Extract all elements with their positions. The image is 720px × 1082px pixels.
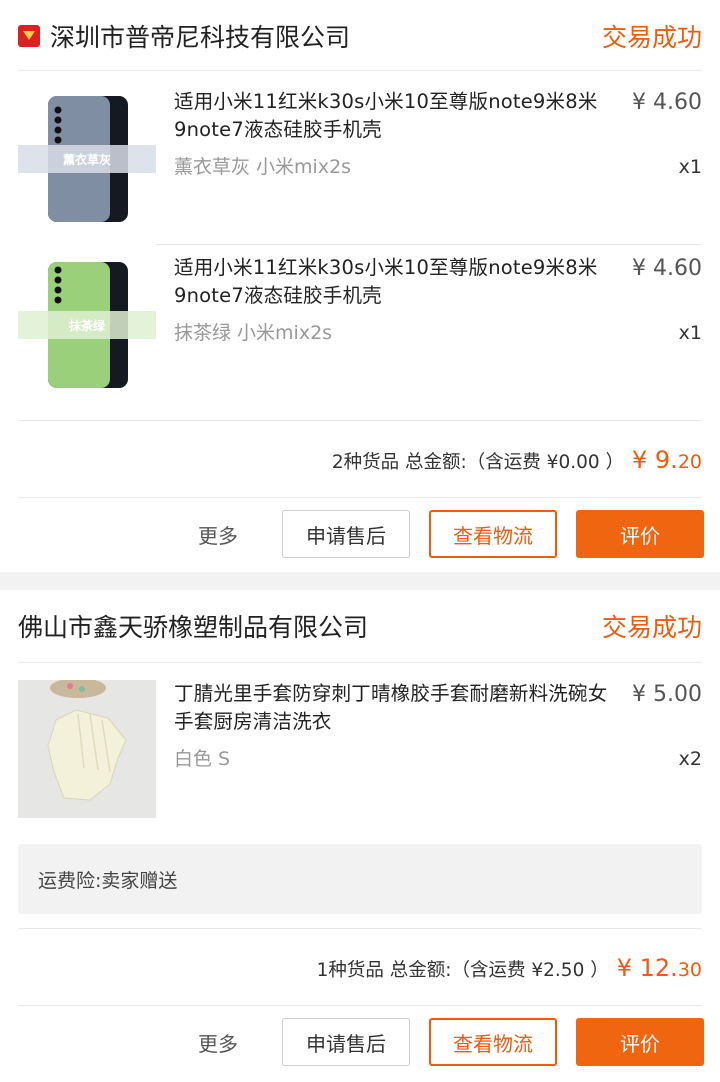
shop-logo-icon <box>18 25 40 47</box>
shop-name[interactable]: 深圳市普帝尼科技有限公司 <box>50 18 350 54</box>
summary-text: 2种货品 总金额:（含运费 ¥0.00 ） <box>331 452 625 473</box>
order-summary: 2种货品 总金额:（含运费 ¥0.00 ） ¥ 9.20 <box>332 446 702 474</box>
shop-header[interactable]: 佛山市鑫天骄橡塑制品有限公司 <box>18 606 368 646</box>
phone-case-image: 抹茶绿 <box>18 254 156 392</box>
shipping-insurance-banner: 运费险:卖家赠送 <box>18 844 702 914</box>
divider <box>18 662 702 663</box>
item-title[interactable]: 适用小米11红米k30s小米10至尊版note9米8米9note7液态硅胶手机壳 <box>174 254 619 310</box>
item-spec: 薰衣草灰 小米mix2s <box>174 156 352 178</box>
more-button[interactable]: 更多 <box>198 520 238 549</box>
review-button[interactable]: 评价 <box>576 1018 704 1066</box>
view-logistics-button[interactable]: 查看物流 <box>429 1018 557 1066</box>
thumb-label: 抹茶绿 <box>69 318 106 333</box>
thumb-label: 薰衣草灰 <box>63 152 111 167</box>
order-actions: 更多 申请售后 查看物流 评价 <box>18 510 704 560</box>
product-thumbnail[interactable]: 抹茶绿 <box>18 254 156 392</box>
product-thumbnail[interactable]: 薰衣草灰 <box>18 88 156 226</box>
order-status: 交易成功 <box>601 23 702 52</box>
divider <box>18 497 702 498</box>
gloves-image <box>18 680 156 818</box>
total-cents: 30 <box>677 959 702 981</box>
total-cents: 20 <box>677 451 702 473</box>
review-button[interactable]: 评价 <box>576 510 704 558</box>
divider <box>18 928 702 929</box>
phone-case-image: 薰衣草灰 <box>18 88 156 226</box>
order-card: 深圳市普帝尼科技有限公司 交易成功 薰衣草灰 适用小米11红米k30s小米10至… <box>0 0 720 572</box>
shop-header[interactable]: 深圳市普帝尼科技有限公司 <box>18 16 350 56</box>
order-actions: 更多 申请售后 查看物流 评价 <box>18 1018 704 1068</box>
order-status: 交易成功 <box>601 613 702 642</box>
item-price: ¥ 4.60 <box>632 90 702 115</box>
product-thumbnail[interactable] <box>18 680 156 818</box>
divider <box>18 420 702 421</box>
item-quantity: x2 <box>678 748 702 770</box>
shop-name[interactable]: 佛山市鑫天骄橡塑制品有限公司 <box>18 608 368 644</box>
order-item[interactable]: 丁腈光里手套防穿刺丁晴橡胶手套耐磨新料洗碗女手套厨房清洁洗衣 ¥ 5.00 白色… <box>18 680 702 820</box>
item-price: ¥ 4.60 <box>632 256 702 281</box>
divider <box>18 70 702 71</box>
item-price: ¥ 5.00 <box>632 682 702 707</box>
view-logistics-button[interactable]: 查看物流 <box>429 510 557 558</box>
shipping-insurance-text: 运费险:卖家赠送 <box>38 870 178 892</box>
item-title[interactable]: 丁腈光里手套防穿刺丁晴橡胶手套耐磨新料洗碗女手套厨房清洁洗衣 <box>174 680 619 736</box>
divider <box>156 244 702 245</box>
order-item[interactable]: 薰衣草灰 适用小米11红米k30s小米10至尊版note9米8米9note7液态… <box>18 88 702 228</box>
after-sale-button[interactable]: 申请售后 <box>282 1018 410 1066</box>
order-card: 佛山市鑫天骄橡塑制品有限公司 交易成功 丁腈光里手套防穿刺丁晴橡胶手套耐磨新料洗… <box>0 590 720 1082</box>
order-separator <box>0 572 720 590</box>
order-item[interactable]: 抹茶绿 适用小米11红米k30s小米10至尊版note9米8米9note7液态硅… <box>18 254 702 394</box>
summary-text: 1种货品 总金额:（含运费 ¥2.50 ） <box>316 960 609 981</box>
item-spec: 抹茶绿 小米mix2s <box>174 322 333 344</box>
after-sale-button[interactable]: 申请售后 <box>282 510 410 558</box>
item-spec: 白色 S <box>174 748 231 770</box>
more-button[interactable]: 更多 <box>198 1028 238 1057</box>
total-main: ¥ 9. <box>632 446 678 474</box>
item-quantity: x1 <box>678 156 702 178</box>
total-main: ¥ 12. <box>616 954 678 982</box>
item-quantity: x1 <box>678 322 702 344</box>
order-summary: 1种货品 总金额:（含运费 ¥2.50 ） ¥ 12.30 <box>317 954 702 982</box>
order-total: ¥ 9.20 <box>632 446 702 474</box>
order-total: ¥ 12.30 <box>617 954 702 982</box>
item-title[interactable]: 适用小米11红米k30s小米10至尊版note9米8米9note7液态硅胶手机壳 <box>174 88 619 144</box>
divider <box>18 1005 702 1006</box>
